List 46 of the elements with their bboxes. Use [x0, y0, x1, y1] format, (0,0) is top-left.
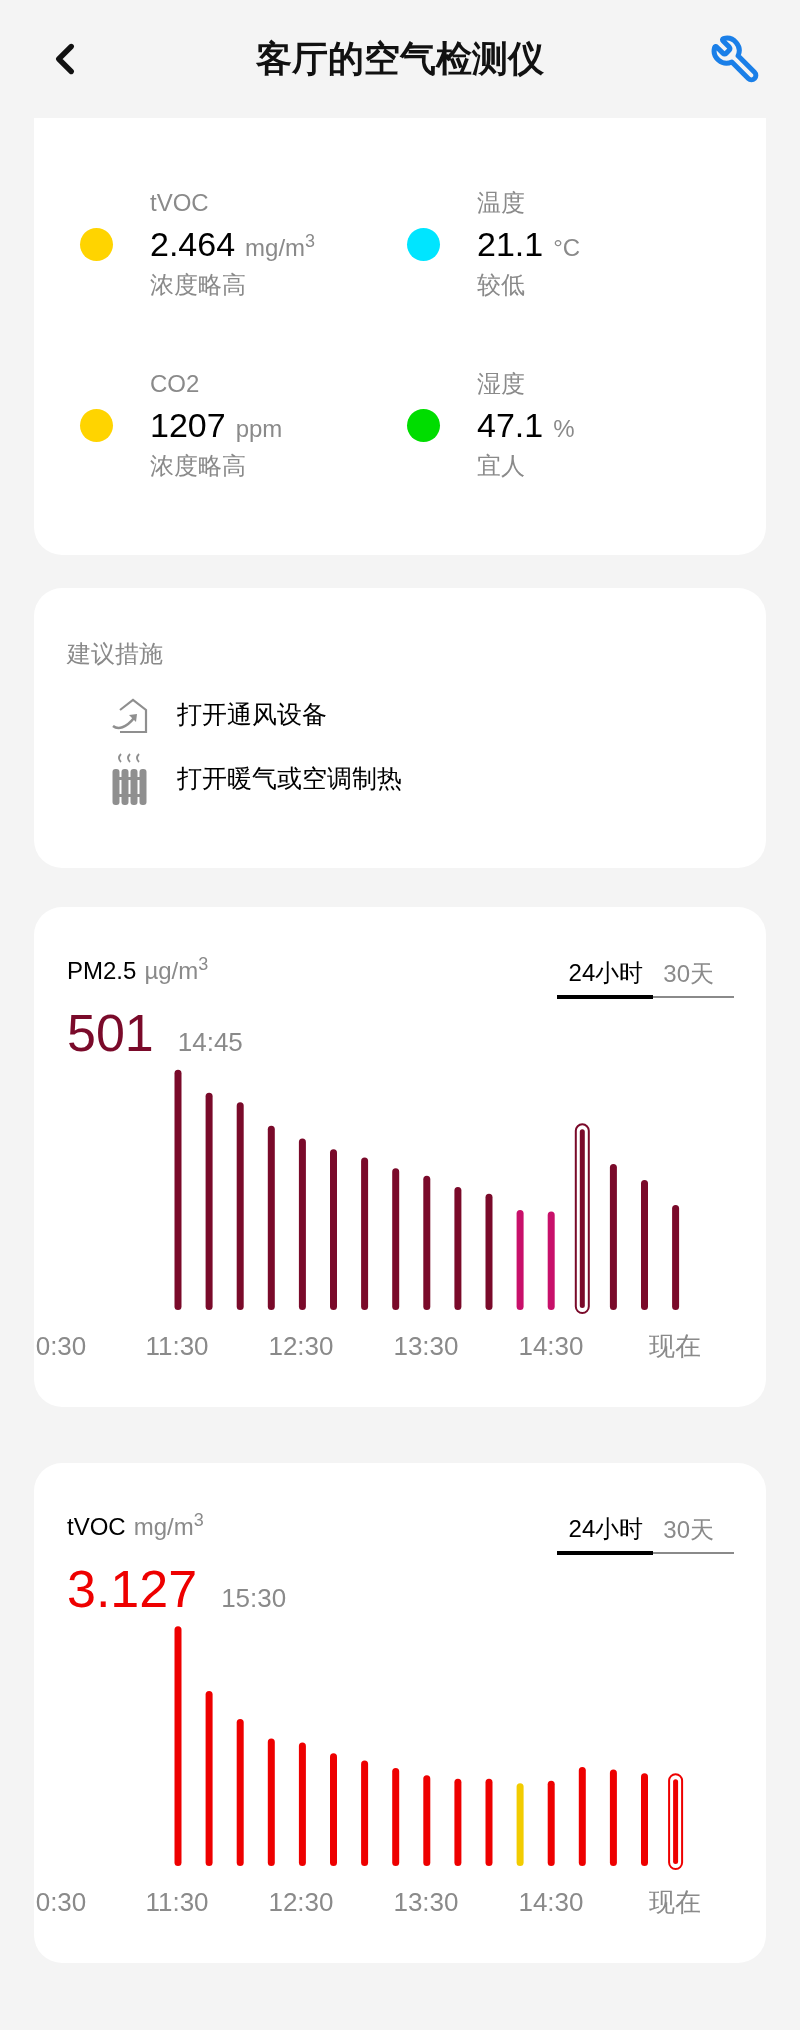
axis-label: 0:30 — [35, 1331, 87, 1361]
metric-status: 浓度略高 — [150, 451, 247, 481]
unit-label: °C — [553, 233, 581, 263]
reading-time: 14:45 — [177, 1026, 243, 1059]
unit-label: mg/m$^{3}$ — [245, 230, 316, 263]
axis-label: 11:30 — [145, 1887, 209, 1917]
suggestion-text: 打开通风设备 — [177, 699, 327, 731]
metric-status: 较低 — [477, 270, 526, 300]
metric-value: 21.1 — [477, 224, 544, 265]
metric-label: 湿度 — [477, 369, 526, 399]
metric-status: 宜人 — [477, 451, 526, 481]
unit-label: µg/m$^{3}$ — [144, 953, 209, 986]
metric-label: 温度 — [477, 188, 526, 218]
axis-label: 0:30 — [35, 1887, 87, 1917]
metric-label: CO2 — [150, 369, 201, 399]
axis-label: 11:30 — [145, 1331, 209, 1361]
axis-label: 14:30 — [518, 1887, 584, 1917]
metric-value: 2.464 — [150, 224, 236, 265]
unit-label: ppm — [235, 414, 283, 444]
reading-time: 15:30 — [221, 1582, 287, 1615]
chart-title: PM2.5 — [67, 956, 137, 986]
page-title: 客厅的空气检测仪 — [256, 37, 544, 81]
selected-chart-bar[interactable] — [574, 1123, 590, 1314]
axis-label: 现在 — [649, 1887, 701, 1917]
range-tab[interactable]: 24小时 — [556, 1511, 654, 1555]
unit-label: % — [553, 414, 575, 444]
axis-label: 12:30 — [268, 1331, 334, 1361]
section-title: 建议措施 — [67, 639, 164, 669]
metric-label: tVOC — [150, 188, 210, 218]
axis-label: 13:30 — [393, 1887, 459, 1917]
settings-icon[interactable] — [710, 34, 760, 84]
metric-value: 47.1 — [477, 405, 544, 446]
range-tab[interactable]: 24小时 — [556, 955, 654, 999]
metric-status: 浓度略高 — [150, 270, 247, 300]
suggestion-text: 打开暖气或空调制热 — [177, 763, 402, 795]
chart-title: tVOC — [67, 1512, 126, 1542]
axis-label: 现在 — [649, 1331, 701, 1361]
current-value: 3.127 — [67, 1559, 198, 1620]
axis-label: 14:30 — [518, 1331, 584, 1361]
radiator-icon — [110, 752, 150, 806]
metric-value: 1207 — [150, 405, 226, 446]
current-value: 501 — [67, 1003, 154, 1064]
selected-chart-bar[interactable] — [668, 1773, 684, 1870]
unit-label: mg/m$^{3}$ — [133, 1509, 204, 1542]
axis-label: 12:30 — [268, 1887, 334, 1917]
axis-label: 13:30 — [393, 1331, 459, 1361]
